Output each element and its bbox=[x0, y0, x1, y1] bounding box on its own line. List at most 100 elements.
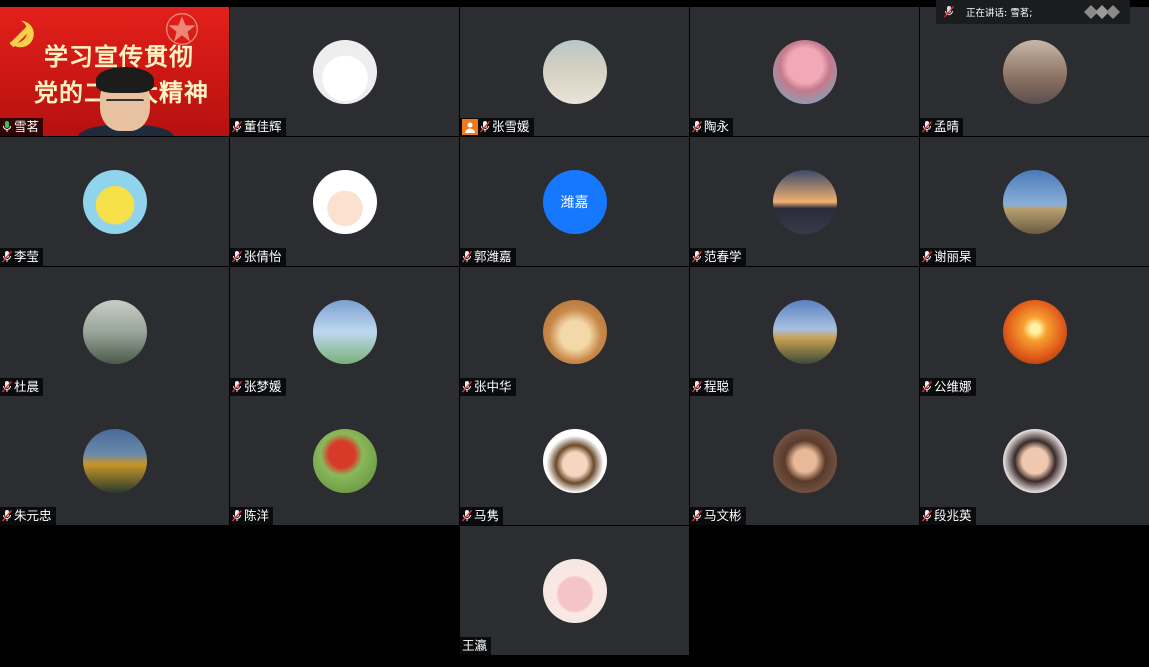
mic-muted-icon bbox=[692, 121, 702, 133]
participant-tile[interactable]: 陶永 bbox=[690, 7, 919, 136]
participant-nametag: 公维娜 bbox=[920, 378, 976, 396]
participant-grid: 学习宣传贯彻 党的二十大精神 雪茗 董佳辉张雪媛陶永孟晴李莹张倩怡潍嘉郭潍嘉范春… bbox=[0, 0, 1149, 667]
speaker-nametag: 雪茗 bbox=[0, 118, 44, 136]
participant-nametag: 范春学 bbox=[690, 248, 746, 266]
participant-name: 公维娜 bbox=[934, 379, 972, 394]
participant-tile[interactable]: 陈洋 bbox=[230, 396, 459, 525]
participant-nametag: 马隽 bbox=[460, 507, 504, 525]
participant-nametag: 张雪媛 bbox=[460, 118, 534, 136]
misty-mountain-avatar bbox=[82, 299, 147, 364]
participant-name: 程聪 bbox=[704, 379, 730, 394]
speaker-name: 雪茗 bbox=[14, 119, 40, 134]
speaker-video-tile[interactable]: 学习宣传贯彻 党的二十大精神 雪茗 bbox=[0, 7, 229, 136]
participant-nametag: 张梦媛 bbox=[230, 378, 286, 396]
sunset-sea-avatar bbox=[1002, 299, 1067, 364]
sunset-city-avatar bbox=[772, 169, 837, 234]
participant-tile[interactable]: 王瀛 bbox=[460, 526, 689, 655]
participant-name: 马隽 bbox=[474, 508, 500, 523]
beach-flags-avatar bbox=[1002, 169, 1067, 234]
participant-tile[interactable]: 潍嘉郭潍嘉 bbox=[460, 137, 689, 266]
participant-tile[interactable]: 谢丽杲 bbox=[920, 137, 1149, 266]
participant-nametag: 董佳辉 bbox=[230, 118, 286, 136]
mic-muted-icon bbox=[922, 121, 932, 133]
mic-muted-icon bbox=[2, 381, 12, 393]
participant-name: 段兆英 bbox=[934, 508, 972, 523]
mic-muted-icon bbox=[692, 510, 702, 522]
participant-nametag: 谢丽杲 bbox=[920, 248, 976, 266]
participant-nametag: 程聪 bbox=[690, 378, 734, 396]
party-emblem-icon bbox=[9, 20, 34, 48]
mic-muted-icon bbox=[462, 381, 472, 393]
participant-nametag: 杜晨 bbox=[0, 378, 44, 396]
participant-nametag: 王瀛 bbox=[460, 637, 492, 655]
speaker-video: 学习宣传贯彻 党的二十大精神 bbox=[0, 7, 229, 136]
participant-tile[interactable]: 杜晨 bbox=[0, 267, 229, 396]
participant-name: 张中华 bbox=[474, 379, 512, 394]
mic-muted-icon bbox=[922, 251, 932, 263]
mic-muted-icon bbox=[232, 510, 242, 522]
speaking-label: 正在讲话: 雪茗; bbox=[966, 8, 1033, 19]
participant-name: 朱元忠 bbox=[14, 508, 52, 523]
mic-muted-icon bbox=[922, 510, 932, 522]
participant-nametag: 马文彬 bbox=[690, 507, 746, 525]
participant-tile[interactable]: 张梦媛 bbox=[230, 267, 459, 396]
participant-name: 张梦媛 bbox=[244, 379, 282, 394]
participant-nametag: 朱元忠 bbox=[0, 507, 56, 525]
mic-muted-icon bbox=[232, 121, 242, 133]
participant-tile[interactable]: 董佳辉 bbox=[230, 7, 459, 136]
participant-nametag: 李莹 bbox=[0, 248, 44, 266]
woman-photo-avatar bbox=[542, 39, 607, 104]
pagoda-landscape-avatar bbox=[772, 299, 837, 364]
participant-tile[interactable]: 马隽 bbox=[460, 396, 689, 525]
text-avatar: 潍嘉 bbox=[542, 169, 607, 234]
mic-muted-icon bbox=[2, 251, 12, 263]
snowman-santa-avatar bbox=[312, 39, 377, 104]
mic-muted-icon bbox=[692, 251, 702, 263]
participant-tile[interactable]: 张雪媛 bbox=[460, 7, 689, 136]
participant-name: 陈洋 bbox=[244, 508, 270, 523]
woman-portrait-avatar bbox=[772, 428, 837, 493]
participant-nametag: 孟晴 bbox=[920, 118, 964, 136]
mic-muted-icon bbox=[462, 510, 472, 522]
shiba-dog-avatar bbox=[542, 299, 607, 364]
participant-tile[interactable]: 李莹 bbox=[0, 137, 229, 266]
layout-toggle-icon[interactable] bbox=[1084, 5, 1120, 19]
participant-name: 董佳辉 bbox=[244, 119, 282, 134]
participant-nametag: 陶永 bbox=[690, 118, 734, 136]
camera-off-icon bbox=[462, 119, 478, 135]
street-photo-avatar bbox=[1002, 39, 1067, 104]
mic-muted-icon bbox=[922, 381, 932, 393]
anime-girl-avatar bbox=[542, 428, 607, 493]
participant-tile[interactable]: 孟晴 bbox=[920, 7, 1149, 136]
participant-tile[interactable]: 张倩怡 bbox=[230, 137, 459, 266]
participant-tile[interactable]: 段兆英 bbox=[920, 396, 1149, 525]
participant-tile[interactable]: 张中华 bbox=[460, 267, 689, 396]
heart-frame-avatar bbox=[312, 299, 377, 364]
participant-nametag: 段兆英 bbox=[920, 507, 976, 525]
participant-name: 范春学 bbox=[704, 249, 742, 264]
participant-tile[interactable]: 公维娜 bbox=[920, 267, 1149, 396]
participant-nametag: 郭潍嘉 bbox=[460, 248, 516, 266]
participant-tile[interactable]: 范春学 bbox=[690, 137, 919, 266]
participant-name: 马文彬 bbox=[704, 508, 742, 523]
mic-active-icon bbox=[3, 121, 11, 132]
mic-muted-icon bbox=[2, 510, 12, 522]
mic-icon bbox=[944, 6, 954, 18]
pig-avatar bbox=[542, 558, 607, 623]
participant-name: 陶永 bbox=[704, 119, 730, 134]
participant-name: 杜晨 bbox=[14, 379, 40, 394]
participant-tile[interactable]: 程聪 bbox=[690, 267, 919, 396]
speaker-hair bbox=[96, 67, 154, 93]
participant-nametag: 张中华 bbox=[460, 378, 516, 396]
pagoda-night-avatar bbox=[82, 428, 147, 493]
mic-muted-icon bbox=[692, 381, 702, 393]
participant-tile[interactable]: 马文彬 bbox=[690, 396, 919, 525]
woman-selfie-avatar bbox=[1002, 428, 1067, 493]
spongebob-avatar bbox=[82, 169, 147, 234]
participant-tile[interactable]: 朱元忠 bbox=[0, 396, 229, 525]
mic-muted-icon bbox=[462, 251, 472, 263]
participant-name: 郭潍嘉 bbox=[474, 249, 512, 264]
cartoon-girl-bow-avatar bbox=[312, 169, 377, 234]
speaker-glasses bbox=[106, 99, 144, 109]
participant-name: 李莹 bbox=[14, 249, 40, 264]
